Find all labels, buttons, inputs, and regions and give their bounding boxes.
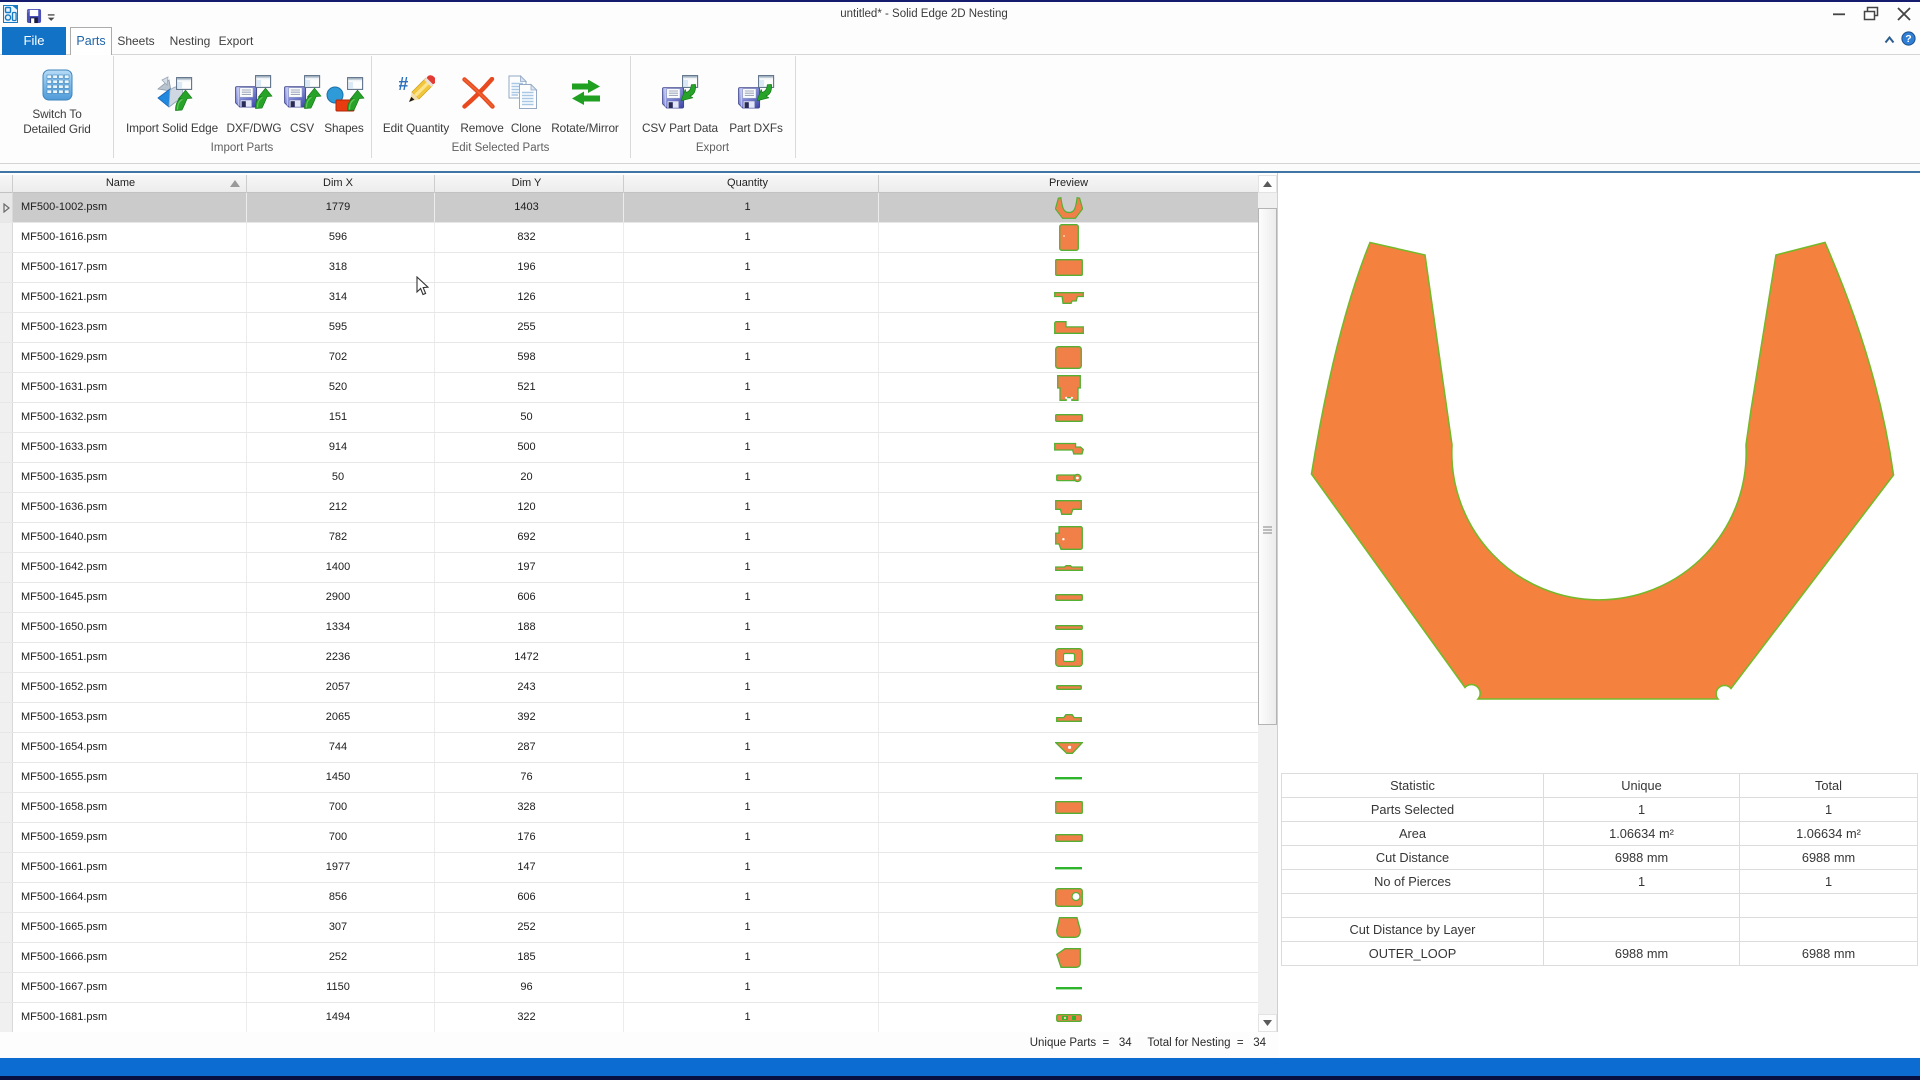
svg-text:?: ? — [1905, 33, 1911, 45]
svg-text:#: # — [399, 74, 408, 94]
